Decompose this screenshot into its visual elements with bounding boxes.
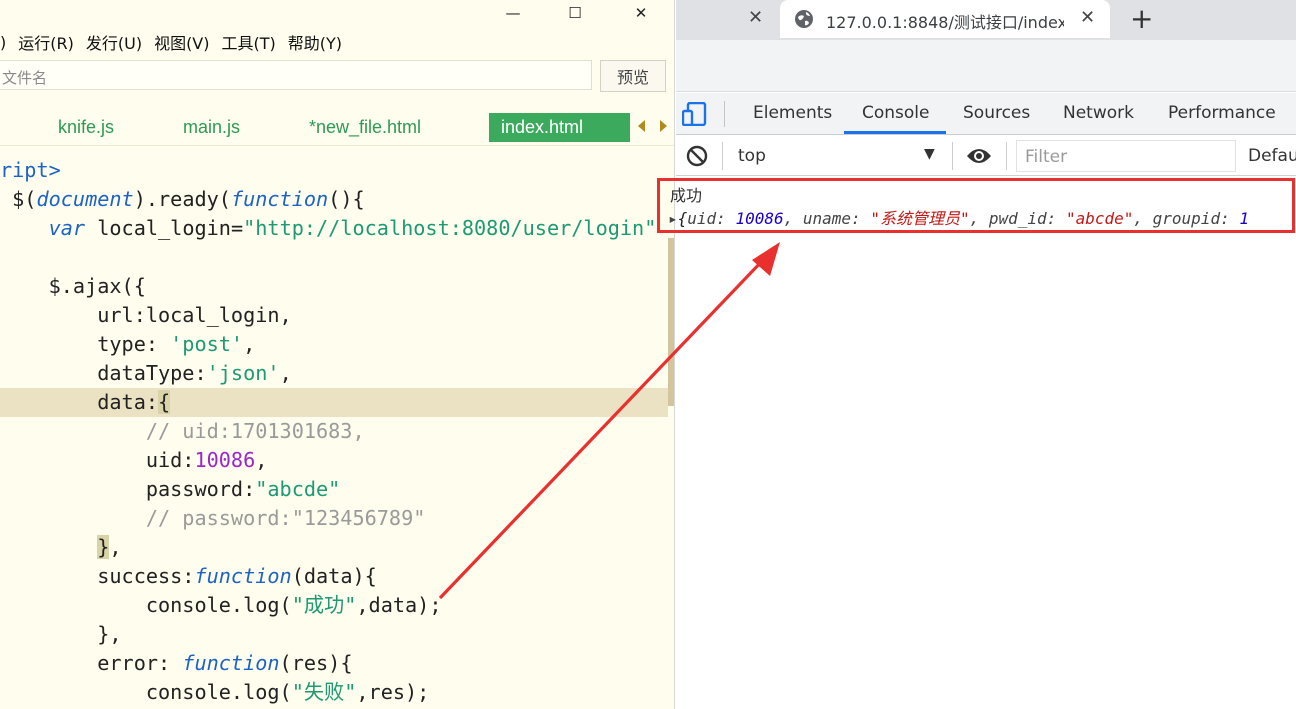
editor-titlebar: — ☐ ✕: [0, 0, 674, 26]
menu-item-publish[interactable]: 发行(U): [86, 30, 142, 54]
divider: [722, 142, 723, 170]
filter-input[interactable]: Filter: [1016, 140, 1236, 172]
file-bar: 文件名 预览: [0, 58, 674, 96]
code-line: },: [0, 622, 122, 646]
close-window-button[interactable]: ✕: [618, 0, 664, 26]
code-line: ript>: [0, 158, 61, 182]
editor-window: — ☐ ✕ ) 运行(R) 发行(U) 视图(V) 工具(T) 帮助(Y) 文件…: [0, 0, 675, 709]
code-line: password:"abcde": [0, 477, 341, 501]
menu-item-help[interactable]: 帮助(Y): [288, 30, 342, 54]
tab-main-js[interactable]: main.js: [183, 113, 240, 142]
code-line: },: [97, 535, 122, 559]
menu-item-partial[interactable]: ): [0, 33, 6, 52]
code-line: error: function(res){: [0, 651, 353, 675]
tab-console[interactable]: Console: [862, 103, 930, 123]
divider: [952, 142, 953, 170]
tab-performance[interactable]: Performance: [1168, 103, 1276, 123]
obj-key: , pwd_id:: [969, 209, 1066, 228]
dropdown-arrow-icon[interactable]: ▼: [924, 146, 935, 162]
obj-key: , groupid:: [1133, 209, 1240, 228]
editor-tab-bar: knife.js main.js *new_file.html index.ht…: [0, 108, 674, 146]
code-line: success:function(data){: [0, 564, 377, 588]
code-line: type: 'post',: [0, 332, 256, 356]
menu-item-run[interactable]: 运行(R): [18, 30, 74, 54]
maximize-button[interactable]: ☐: [552, 0, 598, 26]
code-line: $(document).ready(function(){: [0, 187, 365, 211]
code-line: // password:"123456789": [0, 506, 426, 530]
browser-tab-inactive[interactable]: ✕: [676, 0, 776, 38]
preview-button[interactable]: 预览: [600, 60, 666, 92]
tab-close-icon[interactable]: ✕: [1080, 7, 1095, 28]
device-toolbar-icon[interactable]: [682, 102, 708, 126]
minimize-button[interactable]: —: [490, 0, 536, 26]
tab-network[interactable]: Network: [1063, 103, 1134, 123]
menu-item-view[interactable]: 视图(V): [154, 30, 209, 54]
filename-input[interactable]: 文件名: [0, 60, 592, 90]
eye-icon[interactable]: [966, 146, 992, 166]
tab-scroll-right-icon[interactable]: [660, 120, 667, 132]
code-line-highlighted: data:{: [0, 388, 668, 417]
code-line: dataType:'json',: [0, 361, 292, 385]
tab-index-html[interactable]: index.html: [489, 113, 630, 142]
tab-sources[interactable]: Sources: [963, 103, 1030, 123]
code-line: console.log("成功",data);: [0, 593, 442, 617]
clear-console-icon[interactable]: [686, 145, 708, 167]
code-editor[interactable]: ript> $(document).ready(function(){ var …: [0, 156, 668, 709]
code-line: uid:10086,: [0, 448, 268, 472]
obj-value: 10086: [735, 209, 784, 228]
obj-value: "abcde": [1065, 209, 1134, 228]
globe-icon: [795, 10, 813, 28]
active-tab-indicator: [844, 131, 946, 134]
menu-bar: ) 运行(R) 发行(U) 视图(V) 工具(T) 帮助(Y): [0, 28, 346, 56]
editor-scrollbar[interactable]: [668, 238, 674, 406]
context-selector[interactable]: top: [738, 146, 766, 166]
obj-key: , uname:: [783, 209, 871, 228]
console-log-object[interactable]: ▸{uid: 10086, uname: "系统管理员", pwd_id: "a…: [668, 205, 1249, 229]
obj-value: 1: [1239, 209, 1249, 228]
tab-new-file-html[interactable]: *new_file.html: [309, 113, 421, 142]
menu-item-tools[interactable]: 工具(T): [222, 30, 276, 54]
code-line: url:local_login,: [0, 303, 292, 327]
console-toolbar: top ▼ Filter Defau: [676, 136, 1296, 176]
log-levels-dropdown[interactable]: Defau: [1248, 146, 1296, 166]
code-line: var local_login="http://localhost:8080/u…: [48, 216, 657, 240]
divider: [1006, 142, 1007, 170]
obj-key: uid:: [687, 209, 736, 228]
console-log-line: 成功: [670, 186, 703, 205]
browser-tab-active[interactable]: 127.0.0.1:8848/测试接口/index ✕: [780, 0, 1110, 38]
code-line: $.ajax({: [0, 274, 146, 298]
tab-elements[interactable]: Elements: [753, 103, 832, 123]
tab-scroll-left-icon[interactable]: [638, 120, 645, 132]
new-tab-button[interactable]: +: [1130, 2, 1153, 35]
obj-value: "系统管理员": [870, 209, 970, 228]
devtools-tab-bar: Elements Console Sources Network Perform…: [676, 93, 1296, 135]
code-line: console.log("失败",res);: [0, 680, 430, 704]
divider: [724, 101, 725, 127]
browser-window: ✕ 127.0.0.1:8848/测试接口/index ✕ + Elements…: [668, 0, 1296, 709]
browser-toolbar: [676, 40, 1296, 92]
expand-arrow-icon[interactable]: ▸: [668, 209, 678, 228]
tab-knife-js[interactable]: knife.js: [58, 113, 114, 142]
tab-close-icon[interactable]: ✕: [748, 7, 763, 28]
tab-title: 127.0.0.1:8848/测试接口/index: [826, 13, 1064, 32]
code-line: // uid:1701301683,: [0, 419, 365, 443]
